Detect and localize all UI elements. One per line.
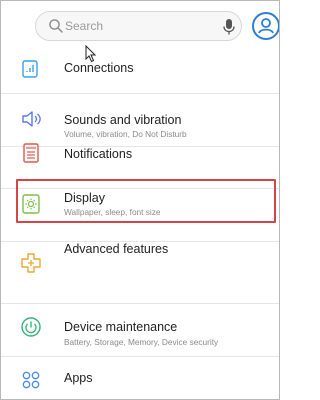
settings-item-connections[interactable]: Connections [1, 49, 279, 91]
settings-item-subtitle: Battery, Storage, Memory, Device securit… [64, 337, 219, 347]
settings-item-title: Notifications [64, 147, 133, 161]
connections-icon [22, 60, 38, 78]
search-icon [49, 19, 63, 33]
settings-item-sounds[interactable]: Sounds and vibration Volume, vibration, … [1, 94, 279, 143]
settings-item-advanced-features[interactable]: Advanced features [1, 242, 279, 286]
device-maintenance-icon [21, 317, 41, 337]
notifications-icon [23, 143, 39, 163]
settings-item-title: Connections [64, 61, 134, 75]
settings-item-notifications[interactable]: Notifications [1, 143, 279, 177]
settings-item-apps[interactable]: Apps [1, 357, 279, 399]
speaker-icon [22, 111, 41, 127]
settings-item-title: Advanced features [64, 242, 169, 256]
profile-icon[interactable] [251, 11, 280, 41]
top-bar: Search [1, 1, 280, 63]
apps-icon [22, 371, 40, 389]
search-placeholder: Search [65, 19, 104, 33]
microphone-icon[interactable] [222, 18, 236, 36]
search-bar[interactable]: Search [35, 11, 242, 41]
settings-item-device-maintenance[interactable]: Device maintenance Battery, Storage, Mem… [1, 304, 279, 352]
settings-item-subtitle: Volume, vibration, Do Not Disturb [64, 129, 187, 139]
settings-item-title: Device maintenance [64, 320, 178, 334]
advanced-features-icon [21, 253, 41, 273]
settings-item-title: Sounds and vibration [64, 113, 182, 127]
highlight-box [16, 179, 276, 223]
settings-screen: Search Connections Sounds and vibration … [0, 0, 280, 400]
settings-item-title: Apps [64, 371, 93, 385]
